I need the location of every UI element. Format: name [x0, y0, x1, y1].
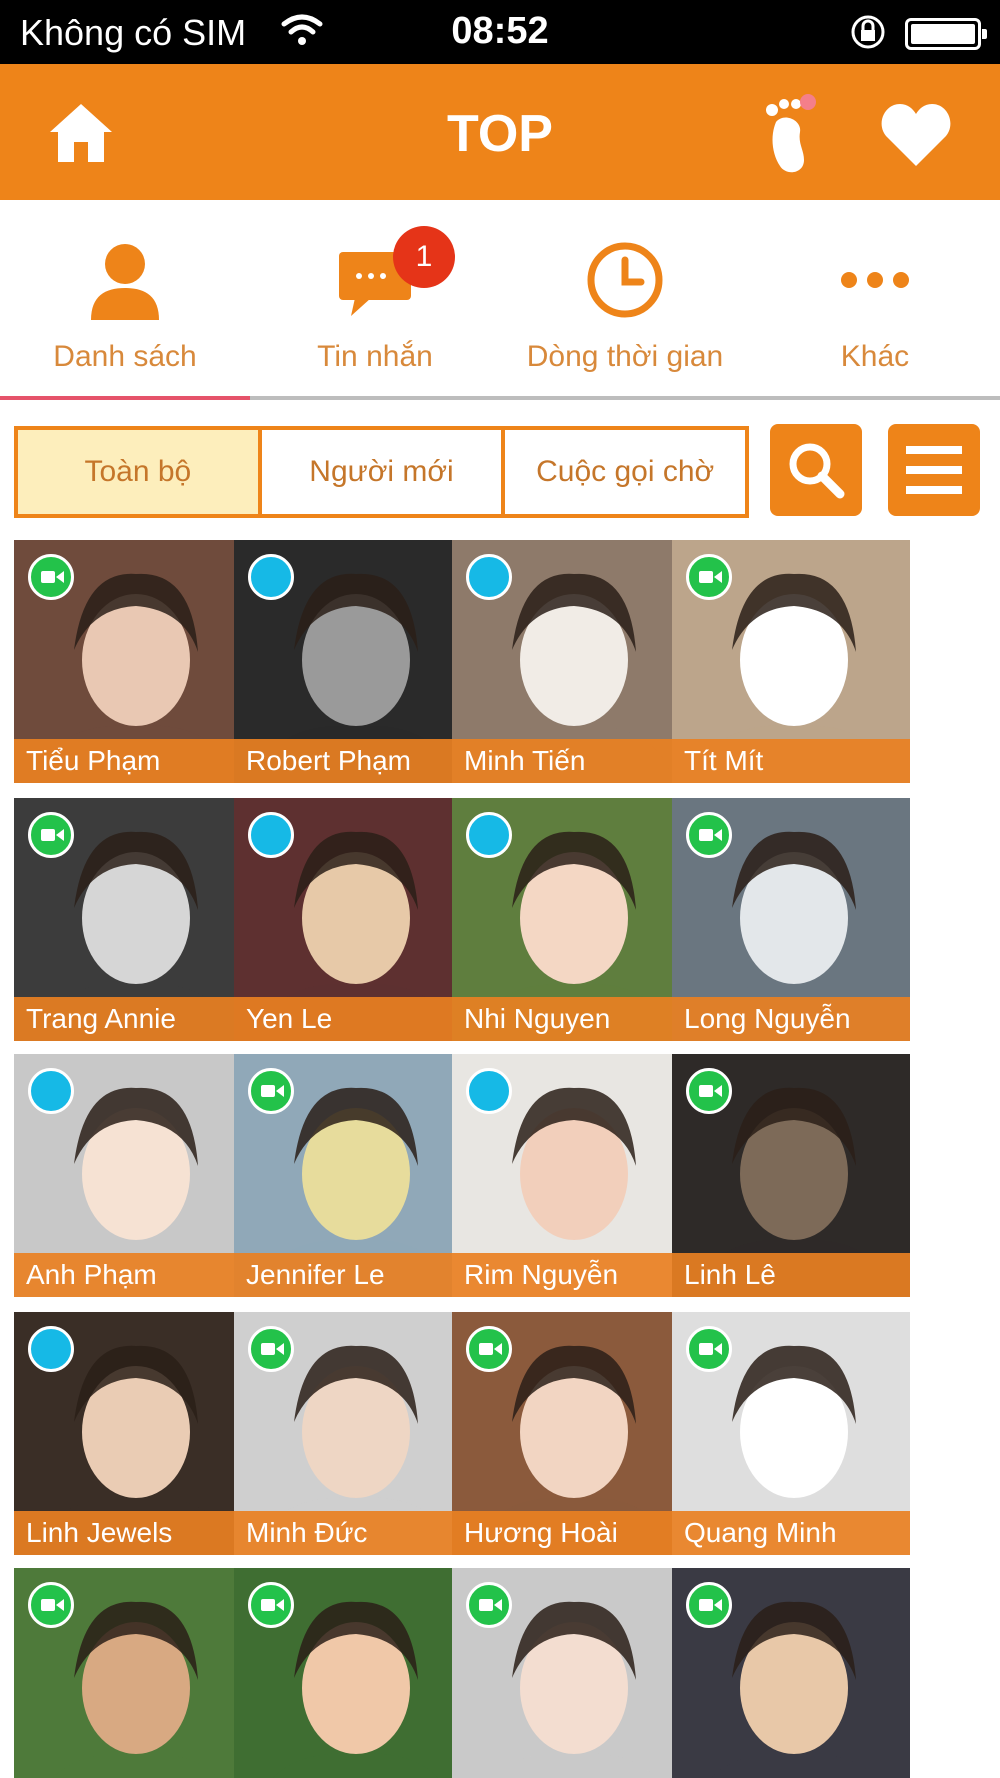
- profile-card[interactable]: Yen Le: [234, 798, 472, 1041]
- status-bar: Không có SIM 08:52: [0, 0, 1000, 64]
- nav-item-list[interactable]: Danh sách: [0, 200, 250, 396]
- profile-card[interactable]: Minh Đức: [234, 1312, 472, 1555]
- profile-card[interactable]: Linh Jewels: [14, 1312, 252, 1555]
- video-call-icon: [28, 812, 74, 858]
- profile-card[interactable]: Robert Phạm: [234, 540, 472, 783]
- profile-card[interactable]: Nhi Nguyen: [452, 798, 690, 1041]
- chat-status-icon: [28, 1068, 74, 1114]
- nav-item-label: Tin nhắn: [317, 340, 433, 373]
- profile-card[interactable]: Minh Tiến: [452, 540, 690, 783]
- clock-icon: [587, 242, 663, 318]
- video-call-icon: [686, 1582, 732, 1628]
- chat-status-icon: [466, 554, 512, 600]
- nav-item-label: Danh sách: [53, 340, 197, 373]
- profile-name: Robert Phạm: [234, 739, 472, 783]
- heart-icon[interactable]: [880, 100, 952, 168]
- filter-tab-all[interactable]: Toàn bộ: [18, 430, 262, 514]
- menu-icon: [906, 446, 962, 494]
- profile-card[interactable]: Trang Annie: [14, 798, 252, 1041]
- video-call-icon: [466, 1326, 512, 1372]
- profile-name: Tiểu Phạm: [14, 739, 252, 783]
- video-call-icon: [686, 1068, 732, 1114]
- page-title: TOP: [447, 105, 553, 163]
- rotation-lock-icon: [851, 15, 885, 49]
- video-call-icon: [686, 812, 732, 858]
- search-icon: [789, 443, 845, 499]
- video-call-icon: [686, 1326, 732, 1372]
- message-count-badge: 1: [393, 226, 455, 288]
- profile-name: Jennifer Le: [234, 1253, 472, 1297]
- profile-card[interactable]: Jennifer Le: [234, 1054, 472, 1297]
- video-call-icon: [466, 1582, 512, 1628]
- nav-item-label: Khác: [840, 340, 910, 373]
- profile-card[interactable]: Linh Lê: [672, 1054, 910, 1297]
- profile-name: Linh Jewels: [14, 1511, 252, 1555]
- profile-name: Nhi Nguyen: [452, 997, 690, 1041]
- nav-item-more[interactable]: Khác: [750, 200, 1000, 396]
- footprint-icon[interactable]: [762, 88, 826, 176]
- active-tab-indicator: [0, 396, 250, 400]
- battery-icon: [905, 18, 987, 50]
- profile-name: Long Nguyễn: [672, 997, 910, 1041]
- profile-card[interactable]: Rim Nguyễn: [452, 1054, 690, 1297]
- profile-card[interactable]: Anh Phạm: [14, 1054, 252, 1297]
- profile-card[interactable]: [234, 1568, 472, 1778]
- video-call-icon: [28, 1582, 74, 1628]
- profile-name: Hương Hoài: [452, 1511, 690, 1555]
- menu-button[interactable]: [888, 424, 980, 516]
- nav-item-timeline[interactable]: Dòng thời gian: [500, 200, 750, 396]
- profile-card[interactable]: [14, 1568, 252, 1778]
- chat-status-icon: [466, 1068, 512, 1114]
- profile-card[interactable]: [452, 1568, 690, 1778]
- filter-tabs: Toàn bộ Người mới Cuộc gọi chờ: [14, 426, 749, 518]
- chat-status-icon: [466, 812, 512, 858]
- more-dots-icon: [841, 272, 909, 288]
- video-call-icon: [248, 1582, 294, 1628]
- video-call-icon: [248, 1326, 294, 1372]
- profile-name: Tít Mít: [672, 739, 910, 783]
- chat-status-icon: [248, 812, 294, 858]
- profile-card[interactable]: Tít Mít: [672, 540, 910, 783]
- chat-status-icon: [28, 1326, 74, 1372]
- profile-name: Trang Annie: [14, 997, 252, 1041]
- search-button[interactable]: [770, 424, 862, 516]
- profile-name: Quang Minh: [672, 1511, 910, 1555]
- profile-card[interactable]: Tiểu Phạm: [14, 540, 252, 783]
- nav-item-messages[interactable]: Tin nhắn: [250, 200, 500, 396]
- nav-item-label: Dòng thời gian: [526, 340, 724, 373]
- main-nav: Danh sách Tin nhắn Dòng thời gian Khác 1: [0, 200, 1000, 400]
- profile-name: Linh Lê: [672, 1253, 910, 1297]
- filter-tab-waiting-calls[interactable]: Cuộc gọi chờ: [505, 430, 745, 514]
- app-header: TOP: [0, 64, 1000, 200]
- profile-name: Minh Đức: [234, 1511, 472, 1555]
- video-call-icon: [686, 554, 732, 600]
- profile-name: Rim Nguyễn: [452, 1253, 690, 1297]
- profile-card[interactable]: Quang Minh: [672, 1312, 910, 1555]
- profile-name: Anh Phạm: [14, 1253, 252, 1297]
- profile-name: Yen Le: [234, 997, 472, 1041]
- profile-card[interactable]: Hương Hoài: [452, 1312, 690, 1555]
- video-call-icon: [28, 554, 74, 600]
- video-call-icon: [248, 1068, 294, 1114]
- profile-card[interactable]: [672, 1568, 910, 1778]
- profile-name: Minh Tiến: [452, 739, 690, 783]
- profile-card[interactable]: Long Nguyễn: [672, 798, 910, 1041]
- filter-tab-new[interactable]: Người mới: [262, 430, 506, 514]
- chat-status-icon: [248, 554, 294, 600]
- person-icon: [91, 244, 159, 320]
